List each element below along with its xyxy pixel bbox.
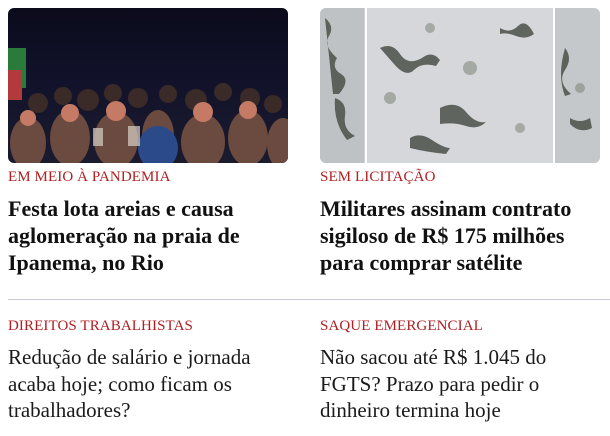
article-headline[interactable]: Redução de salário e jornada acaba hoje;… [8,344,296,424]
article-headline[interactable]: Não sacou até R$ 1.045 do FGTS? Prazo pa… [320,344,608,424]
article-kicker: DIREITOS TRABALHISTAS [8,318,193,334]
article-kicker: SAQUE EMERGENCIAL [320,318,483,334]
news-card-salario[interactable]: DIREITOS TRABALHISTAS Redução de salário… [8,8,288,436]
news-card-fgts[interactable]: SAQUE EMERGENCIAL Não sacou até R$ 1.045… [320,8,600,436]
